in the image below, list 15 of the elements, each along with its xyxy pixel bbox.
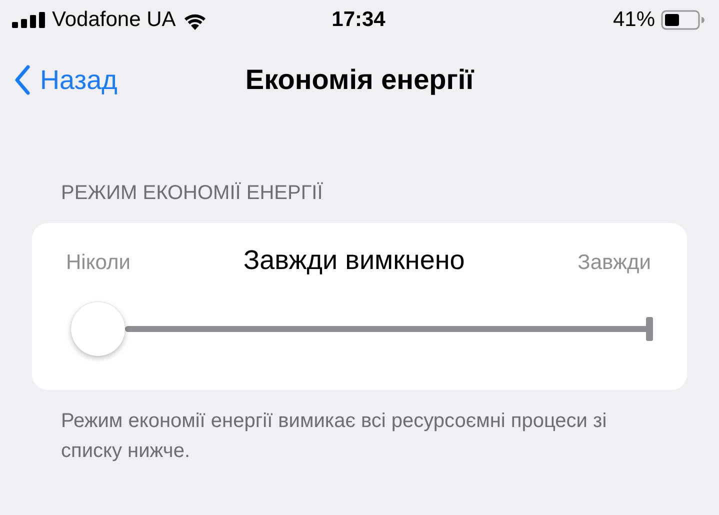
back-button[interactable]: Назад: [0, 64, 118, 96]
clock-time: 17:34: [332, 8, 386, 32]
section-header: РЕЖИМ ЕКОНОМІЇ ЕНЕРГІЇ: [60, 182, 324, 205]
footer-text: Режим економії енергії вимикає всі ресурсоємні процеси зі списку нижче.: [60, 409, 608, 464]
battery-icon: [661, 10, 705, 30]
slider-value: Завжди вимкнено: [243, 245, 465, 276]
page-title: Економія енергії: [245, 64, 474, 96]
end-tick: [646, 317, 653, 341]
carrier-name: Vodafone UA: [52, 8, 176, 32]
max-label: Завжди: [578, 251, 651, 275]
min-label: Ніколи: [66, 251, 130, 275]
signal-icon: [12, 12, 46, 28]
battery-percentage: 41%: [612, 8, 655, 32]
chevron-left-icon: [14, 65, 30, 95]
slider-thumb[interactable]: [71, 302, 125, 356]
